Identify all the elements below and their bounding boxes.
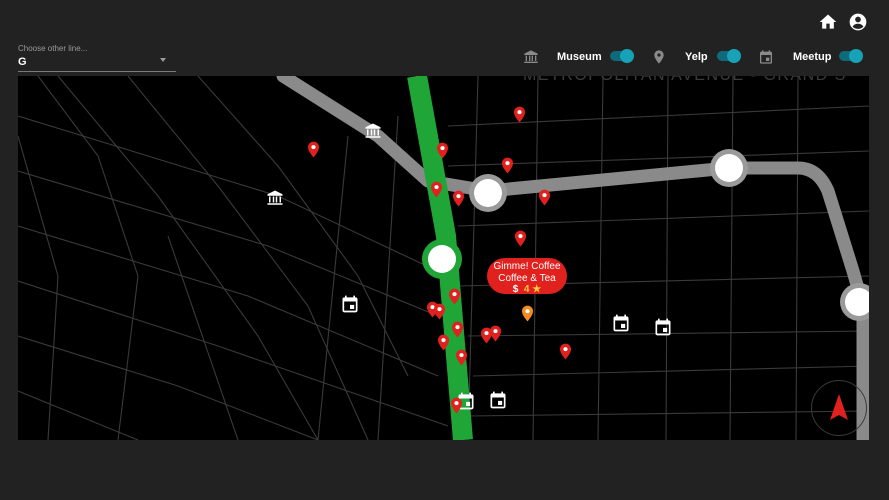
station-marker-inner	[474, 179, 502, 207]
top-bar: Choose other line... G Museum Yelp Meetu…	[0, 0, 889, 76]
compass-icon	[830, 394, 848, 420]
yelp-pin-icon[interactable]	[538, 189, 551, 206]
yelp-pin-icon[interactable]	[514, 230, 527, 247]
yelp-pin-icon[interactable]	[307, 141, 320, 158]
museum-icon[interactable]	[267, 190, 283, 205]
selected-pin-icon[interactable]	[521, 305, 534, 322]
dropdown-arrow-icon[interactable]	[160, 58, 166, 62]
meetup-toggle-label: Meetup	[793, 51, 832, 63]
station-marker-g-inner	[428, 245, 456, 273]
line-select-label: Choose other line...	[18, 44, 88, 53]
line-select[interactable]: Choose other line... G	[18, 40, 176, 72]
museum-toggle-group: Museum	[523, 48, 634, 66]
compass-button[interactable]	[811, 380, 867, 436]
meetup-toggle-switch[interactable]	[839, 49, 863, 63]
subway-line-other	[276, 76, 869, 440]
calendar-icon[interactable]	[342, 295, 358, 313]
business-name: Gimme! Coffee	[493, 261, 561, 272]
switch-knob	[620, 49, 634, 63]
business-price-rating: $ 4 ★	[487, 284, 567, 296]
yelp-pin-icon[interactable]	[513, 106, 526, 123]
museum-toggle-label: Museum	[557, 51, 602, 63]
museum-icon	[524, 50, 538, 63]
home-icon[interactable]	[818, 12, 838, 32]
line-select-value: G	[18, 56, 27, 68]
calendar-icon[interactable]	[490, 391, 506, 409]
museum-toggle-switch[interactable]	[610, 49, 634, 63]
yelp-toggle-switch[interactable]	[717, 49, 741, 63]
map-view[interactable]: METROPOLITAN AVENUE - GRAND S	[18, 76, 869, 440]
business-category: Coffee & Tea	[498, 273, 556, 284]
yelp-pin-icon[interactable]	[559, 343, 572, 360]
calendar-icon[interactable]	[613, 314, 629, 332]
calendar-icon[interactable]	[655, 318, 671, 336]
meetup-toggle-group: Meetup	[758, 48, 863, 66]
map-canvas[interactable]: METROPOLITAN AVENUE - GRAND S	[18, 76, 869, 440]
yelp-pin-icon[interactable]	[489, 325, 502, 342]
map-pin-icon	[654, 50, 664, 64]
switch-knob	[849, 49, 863, 63]
line-select-underline	[18, 71, 176, 72]
station-marker-inner	[715, 154, 743, 182]
business-price: $	[512, 284, 519, 295]
yelp-toggle-group: Yelp	[651, 48, 741, 66]
business-rating: 4 ★	[523, 284, 542, 295]
switch-knob	[727, 49, 741, 63]
account-circle-icon[interactable]	[848, 12, 868, 32]
yelp-pin-icon[interactable]	[452, 190, 465, 207]
yelp-toggle-label: Yelp	[685, 51, 708, 63]
yelp-pin-icon[interactable]	[501, 157, 514, 174]
business-popup[interactable]: Gimme! Coffee Coffee & Tea $ 4 ★	[487, 258, 567, 296]
calendar-icon	[760, 50, 772, 64]
street-label: METROPOLITAN AVENUE - GRAND S	[523, 76, 847, 84]
